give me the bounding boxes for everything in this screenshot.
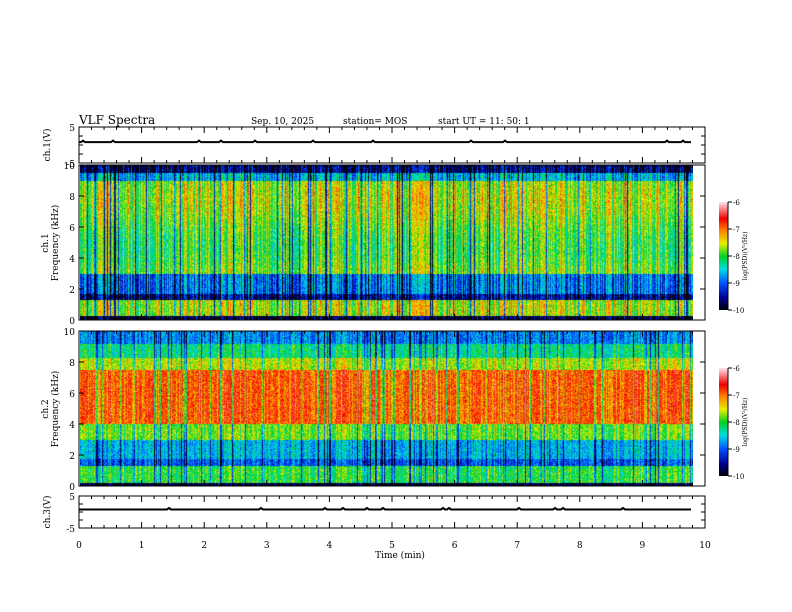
x-tick-label: 6 <box>452 541 458 551</box>
y-tick-label: 0 <box>69 317 75 327</box>
panel-frame-1 <box>79 165 705 320</box>
y-tick-label: 8 <box>69 359 75 369</box>
colorbar-tick-label: -7 <box>733 392 740 400</box>
y-tick-label: 5 <box>69 124 75 134</box>
y-tick-label: -5 <box>66 525 75 535</box>
colorbar-tick-label: -8 <box>733 419 740 427</box>
ch1-spec-ylabel-1: ch.1 <box>41 233 51 252</box>
axes-layer: VLF Spectra Sep. 10, 2025 station= MOS s… <box>0 0 792 612</box>
x-tick-label: 2 <box>201 541 207 551</box>
ch3-voltage-ylabel: ch.3(V) <box>42 496 53 529</box>
start-time-label: start UT = 11: 50: 1 <box>438 117 530 127</box>
x-tick-label: 4 <box>327 541 333 551</box>
x-tick-label: 3 <box>264 541 270 551</box>
ch2-colorbar-label: log(PSD)(V²/Hz) <box>742 398 749 447</box>
colorbar-tick-label: -9 <box>733 280 740 288</box>
y-tick-label: 0 <box>69 483 75 493</box>
colorbar-tick-label: -7 <box>733 226 740 234</box>
station-label: station= MOS <box>343 117 407 127</box>
x-tick-label: 10 <box>699 541 711 551</box>
y-tick-label: 10 <box>64 162 76 172</box>
colorbar-tick-label: -8 <box>733 253 740 261</box>
ch2-spec-ylabel-1: ch.2 <box>41 399 51 418</box>
y-tick-label: 10 <box>64 328 76 338</box>
y-tick-label: 2 <box>69 286 75 296</box>
ch-voltage-trace <box>79 508 691 510</box>
ch1-spec-ylabel-2: Frequency (kHz) <box>50 205 61 282</box>
x-tick-label: 5 <box>389 541 395 551</box>
x-tick-label: 1 <box>139 541 145 551</box>
colorbar-tick-label: -6 <box>733 365 740 373</box>
colorbar-tick-label: -10 <box>733 473 744 481</box>
x-tick-label: 0 <box>76 541 82 551</box>
ch1-voltage-ylabel: ch.1(V) <box>42 129 53 162</box>
y-tick-label: 8 <box>69 193 75 203</box>
date-label: Sep. 10, 2025 <box>251 117 314 127</box>
ch2-spec-ylabel-2: Frequency (kHz) <box>50 371 61 448</box>
y-tick-label: 4 <box>69 255 75 265</box>
x-tick-label: 9 <box>640 541 646 551</box>
y-tick-label: 6 <box>69 390 75 400</box>
colorbar-tick-label: -10 <box>733 307 744 315</box>
y-tick-label: 5 <box>69 493 75 503</box>
x-tick-label: 8 <box>577 541 583 551</box>
figure-title: VLF Spectra <box>78 113 155 127</box>
y-tick-label: 4 <box>69 421 75 431</box>
x-tick-label: 7 <box>514 541 520 551</box>
panel-frame-2 <box>79 331 705 486</box>
y-tick-label: 2 <box>69 452 75 462</box>
colorbar-tick-label: -9 <box>733 446 740 454</box>
y-tick-label: 6 <box>69 224 75 234</box>
ch-voltage-trace <box>79 141 691 143</box>
ch1-colorbar-label: log(PSD)(V²/Hz) <box>742 232 749 281</box>
x-axis-label: Time (min) <box>375 550 425 561</box>
vlf-spectra-figure: VLF Spectra Sep. 10, 2025 station= MOS s… <box>0 0 792 612</box>
colorbar-tick-label: -6 <box>733 199 740 207</box>
